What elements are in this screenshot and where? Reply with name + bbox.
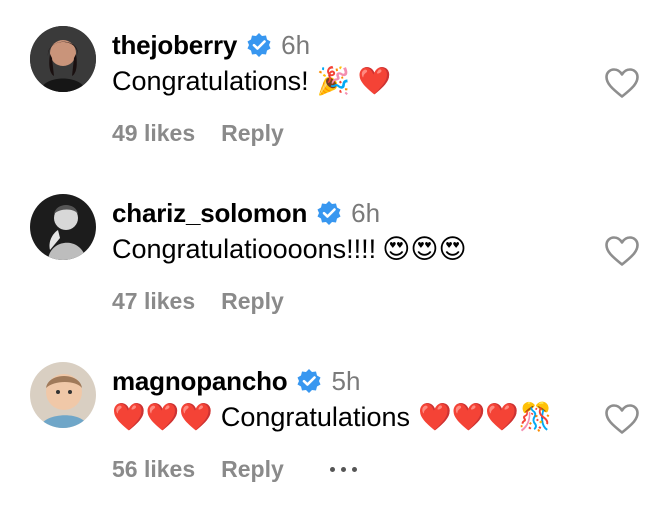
comment-emoji: 😍😍😍 [382, 233, 467, 264]
comment-header: thejoberry 6h [112, 28, 310, 62]
username-link[interactable]: thejoberry [112, 30, 237, 61]
comment-item: chariz_solomon 6h Congratulatioooons!!!!… [0, 168, 668, 336]
comment-emoji: ❤️❤️❤️🎊 [417, 402, 553, 432]
comment-meta: 56 likes Reply [112, 454, 357, 484]
comment-body: Congratulations! [112, 65, 309, 96]
comment-item: magnopancho 5h ❤️❤️❤️ Congratulations ❤️… [0, 336, 668, 504]
username-link[interactable]: magnopancho [112, 366, 288, 397]
heart-outline-icon[interactable] [604, 67, 640, 99]
comment-item: thejoberry 6h Congratulations! 🎉 ❤️ 49 l… [0, 0, 668, 168]
comment-time: 6h [281, 29, 311, 60]
verified-badge-icon [296, 368, 322, 394]
comment-text: ❤️❤️❤️ Congratulations ❤️❤️❤️🎊 [112, 399, 552, 435]
reply-button[interactable]: Reply [221, 456, 284, 483]
reply-button[interactable]: Reply [221, 288, 284, 315]
comment-time: 5h [331, 365, 361, 396]
likes-count[interactable]: 47 likes [112, 288, 195, 315]
comment-time: 6h [351, 197, 381, 228]
comment-text: Congratulations! 🎉 ❤️ [112, 63, 391, 99]
comment-meta: 49 likes Reply [112, 118, 284, 148]
avatar[interactable] [30, 362, 96, 428]
comment-emoji-before: ❤️❤️❤️ [112, 402, 213, 432]
verified-badge-icon [316, 200, 342, 226]
username-link[interactable]: chariz_solomon [112, 198, 307, 229]
more-dots-icon[interactable] [329, 466, 357, 472]
likes-count[interactable]: 56 likes [112, 456, 195, 483]
comment-body: Congratulatioooons!!!! [112, 233, 377, 264]
likes-count[interactable]: 49 likes [112, 120, 195, 147]
comment-body: Congratulations [220, 401, 410, 432]
avatar[interactable] [30, 26, 96, 92]
comment-meta: 47 likes Reply [112, 286, 284, 316]
verified-badge-icon [246, 32, 272, 58]
comment-header: chariz_solomon 6h [112, 196, 380, 230]
avatar[interactable] [30, 194, 96, 260]
heart-outline-icon[interactable] [604, 403, 640, 435]
reply-button[interactable]: Reply [221, 120, 284, 147]
heart-outline-icon[interactable] [604, 235, 640, 267]
comment-header: magnopancho 5h [112, 364, 360, 398]
comment-text: Congratulatioooons!!!! 😍😍😍 [112, 231, 467, 267]
comment-emoji: 🎉 ❤️ [316, 66, 392, 96]
